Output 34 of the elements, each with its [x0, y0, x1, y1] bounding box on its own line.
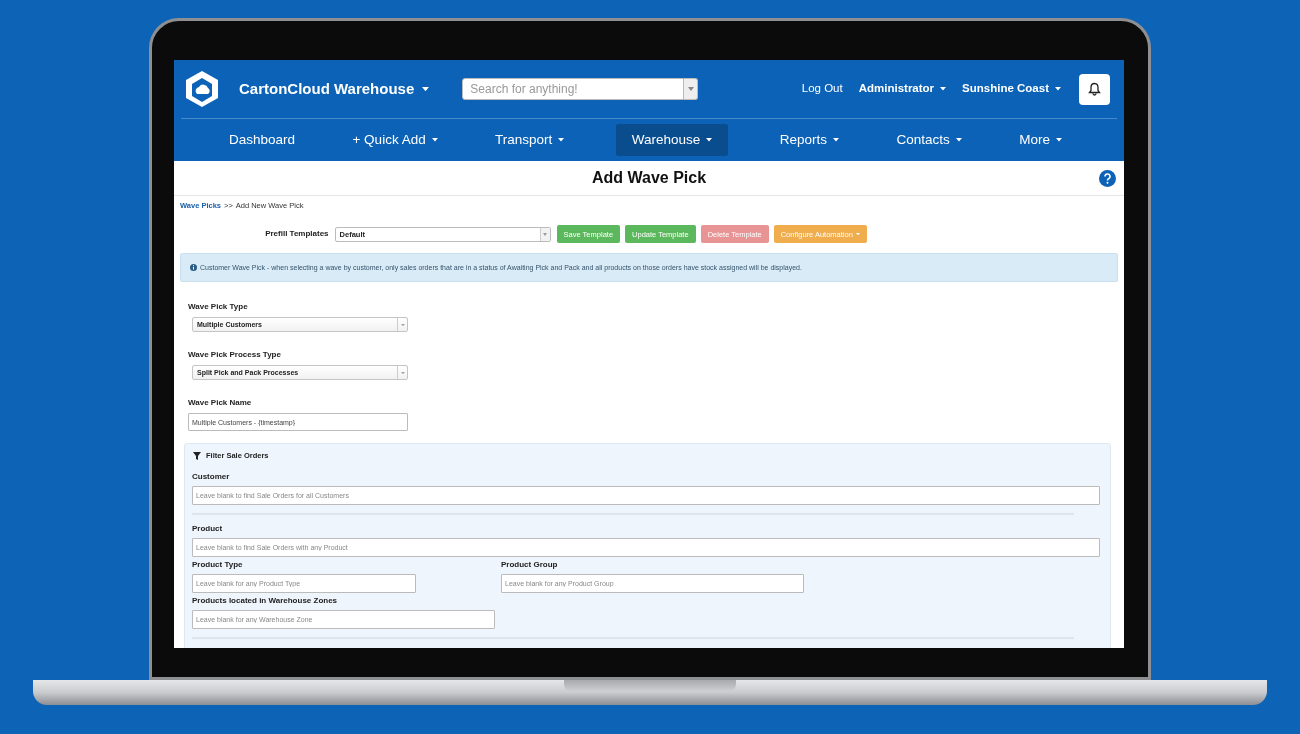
field-label: Wave Pick Type	[188, 301, 249, 314]
field-label: Product	[192, 522, 224, 535]
info-icon	[190, 264, 197, 272]
caret-icon	[400, 371, 405, 374]
caret-icon	[543, 232, 548, 236]
nav-tab[interactable]: Reports	[773, 124, 846, 156]
help-icon[interactable]	[1099, 170, 1116, 187]
notification-button[interactable]	[1079, 73, 1110, 105]
search-field[interactable]: Search for anything!	[462, 78, 685, 100]
caret-icon	[687, 87, 694, 91]
header-link[interactable]: Log Out	[801, 80, 843, 98]
nav-tab[interactable]: Dashboard	[223, 124, 302, 156]
nav-tab[interactable]: + Quick Add	[346, 124, 444, 156]
caret-icon	[422, 86, 430, 92]
field-label: Products located in Warehouse Zones	[192, 594, 339, 607]
search-dropdown-button[interactable]	[684, 78, 699, 100]
nav-tab[interactable]: Transport	[489, 124, 571, 156]
nav-tab[interactable]: Contacts	[890, 124, 968, 156]
bell-icon	[1088, 82, 1101, 96]
nav-tab[interactable]: More	[1013, 124, 1068, 156]
page-title: Add Wave Pick	[591, 168, 707, 188]
nav-tab[interactable]: Warehouse	[615, 124, 729, 156]
field-label: Wave Pick Name	[188, 397, 253, 410]
cube-logo-icon[interactable]	[184, 70, 220, 108]
field-label: Product Type	[192, 558, 244, 571]
caret-icon	[400, 323, 405, 326]
field-label: Customer	[192, 470, 231, 483]
header-link[interactable]: Sunshine Coast	[962, 80, 1061, 98]
field-label: Wave Pick Process Type	[188, 349, 282, 362]
header-link[interactable]: Administrator	[858, 80, 947, 98]
field-label: Product Group	[501, 558, 559, 571]
prefill-label: Prefill Templates	[265, 228, 329, 241]
app-title[interactable]: CartonCloud Warehouse	[239, 77, 430, 101]
filter-icon	[193, 451, 201, 460]
